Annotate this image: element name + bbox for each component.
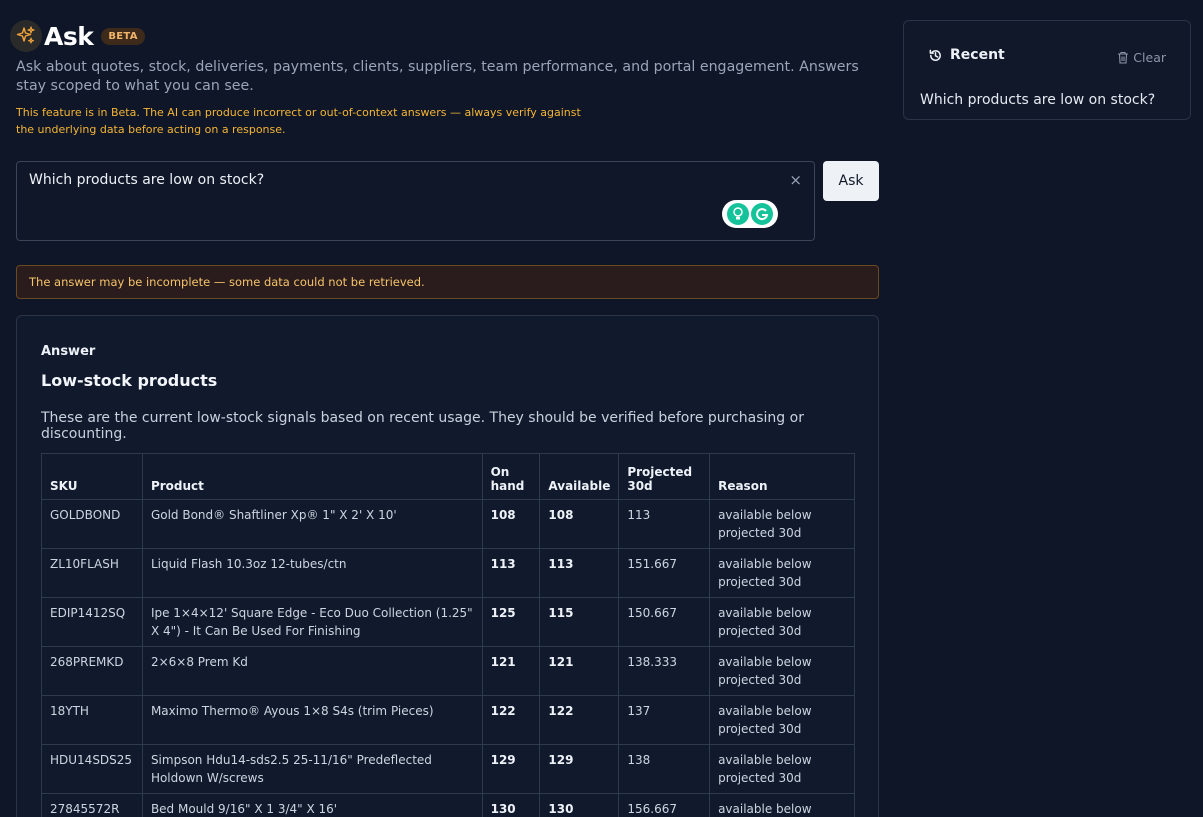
cell-on-hand: 125 (481, 597, 541, 647)
history-icon (929, 49, 941, 61)
ask-page: Ask BETA Ask about quotes, stock, delive… (0, 0, 1203, 817)
cell-available: 122 (539, 695, 620, 745)
cell-product: Maximo Thermo® Ayous 1×8 S4s (trim Piece… (141, 695, 483, 745)
recent-clear-button[interactable]: Clear (1117, 50, 1166, 65)
column-header-available: Available (539, 453, 620, 500)
close-icon[interactable]: × (789, 171, 802, 189)
table-row: 18YTH Maximo Thermo® Ayous 1×8 S4s (trim… (41, 695, 855, 745)
cell-projected: 113 (618, 499, 711, 549)
cell-reason: available below projected 30d (709, 744, 855, 794)
cell-sku: EDIP1412SQ (41, 597, 143, 647)
cell-available: 129 (539, 744, 620, 794)
cell-sku: ZL10FLASH (41, 548, 143, 598)
answer-card: Answer Low-stock products These are the … (16, 315, 879, 817)
column-header-reason: Reason (709, 453, 855, 500)
table-row: HDU14SDS25 Simpson Hdu14-sds2.5 25-11/16… (41, 744, 855, 794)
cell-projected: 156.667 (618, 793, 711, 817)
question-text[interactable]: Which products are low on stock? (29, 172, 264, 188)
column-header-product: Product (141, 453, 483, 500)
recent-title: Recent (950, 47, 1005, 63)
cell-product: Gold Bond® Shaftliner Xp® 1" X 2' X 10' (141, 499, 483, 549)
grammarly-icon[interactable] (722, 200, 778, 228)
cell-sku: GOLDBOND (41, 499, 143, 549)
cell-available: 115 (539, 597, 620, 647)
cell-sku: HDU14SDS25 (41, 744, 143, 794)
cell-available: 113 (539, 548, 620, 598)
grammarly-g-icon (751, 203, 773, 225)
cell-projected: 150.667 (618, 597, 711, 647)
cell-projected: 138 (618, 744, 711, 794)
cell-on-hand: 130 (481, 793, 541, 817)
answer-body: These are the current low-stock signals … (41, 410, 804, 442)
column-header-sku: SKU (41, 453, 143, 500)
cell-product: 2×6×8 Prem Kd (141, 646, 483, 696)
low-stock-table: SKU Product On hand Available Projected … (41, 453, 855, 817)
cell-projected: 138.333 (618, 646, 711, 696)
cell-on-hand: 121 (481, 646, 541, 696)
cell-available: 130 (539, 793, 620, 817)
incomplete-notice: The answer may be incomplete — some data… (16, 265, 879, 299)
cell-reason: available below projected 30d (709, 793, 855, 817)
cell-product: Bed Mould 9/16" X 1 3/4" X 16' (141, 793, 483, 817)
cell-projected: 151.667 (618, 548, 711, 598)
table-header-row: SKU Product On hand Available Projected … (41, 453, 855, 500)
cell-product: Simpson Hdu14-sds2.5 25-11/16" Predeflec… (141, 744, 483, 794)
cell-available: 121 (539, 646, 620, 696)
beta-warning: This feature is in Beta. The AI can prod… (16, 106, 581, 136)
beta-badge: BETA (101, 27, 145, 45)
header: Ask BETA (10, 20, 145, 52)
cell-on-hand: 108 (481, 499, 541, 549)
cell-reason: available below projected 30d (709, 695, 855, 745)
cell-sku: 27845572R (41, 793, 143, 817)
cell-on-hand: 113 (481, 548, 541, 598)
cell-product: Ipe 1×4×12' Square Edge - Eco Duo Collec… (141, 597, 483, 647)
ask-button[interactable]: Ask (823, 161, 879, 201)
recent-clear-label: Clear (1133, 50, 1166, 65)
column-header-on-hand: On hand (481, 453, 541, 500)
cell-projected: 137 (618, 695, 711, 745)
cell-reason: available below projected 30d (709, 548, 855, 598)
recent-panel: Recent Clear Which products are low on s… (903, 20, 1191, 120)
cell-sku: 18YTH (41, 695, 143, 745)
trash-icon (1118, 51, 1129, 64)
recent-item[interactable]: Which products are low on stock? (920, 92, 1155, 108)
lightbulb-icon (727, 203, 749, 225)
table-row: ZL10FLASH Liquid Flash 10.3oz 12-tubes/c… (41, 548, 855, 598)
cell-on-hand: 122 (481, 695, 541, 745)
sparkles-icon (10, 20, 42, 52)
page-title: Ask (44, 21, 94, 51)
column-header-projected: Projected 30d (618, 453, 711, 500)
cell-reason: available below projected 30d (709, 597, 855, 647)
answer-heading: Low-stock products (41, 371, 218, 390)
page-subtitle: Ask about quotes, stock, deliveries, pay… (16, 59, 859, 94)
cell-product: Liquid Flash 10.3oz 12-tubes/ctn (141, 548, 483, 598)
cell-on-hand: 129 (481, 744, 541, 794)
cell-reason: available below projected 30d (709, 499, 855, 549)
question-input[interactable]: Which products are low on stock? × (16, 161, 815, 241)
table-row: 268PREMKD 2×6×8 Prem Kd 121 121 138.333 … (41, 646, 855, 696)
cell-reason: available below projected 30d (709, 646, 855, 696)
table-row: 27845572R Bed Mould 9/16" X 1 3/4" X 16'… (41, 793, 855, 817)
table-row: GOLDBOND Gold Bond® Shaftliner Xp® 1" X … (41, 499, 855, 549)
cell-sku: 268PREMKD (41, 646, 143, 696)
table-row: EDIP1412SQ Ipe 1×4×12' Square Edge - Eco… (41, 597, 855, 647)
cell-available: 108 (539, 499, 620, 549)
answer-label: Answer (41, 344, 96, 359)
recent-header: Recent (928, 47, 1005, 63)
